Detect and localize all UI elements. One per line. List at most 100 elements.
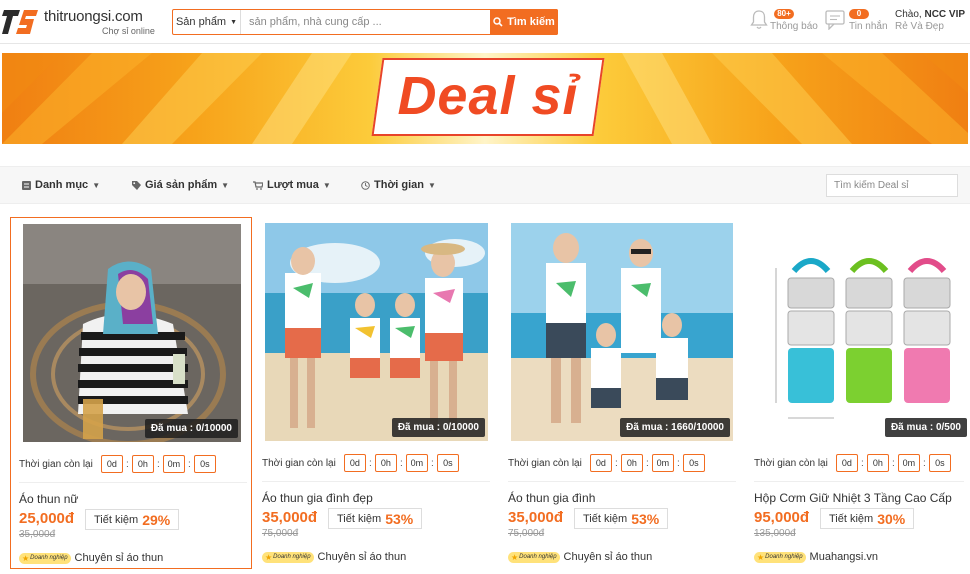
product-card[interactable]: Đã mua : 0/10000 Thời gian còn lại 0d: 0…	[254, 217, 496, 569]
countdown-timer: Thời gian còn lại 0d: 0h: 0m: 0s	[262, 454, 492, 472]
user-name: NCC VIP	[924, 9, 966, 20]
product-image[interactable]: Đã mua : 0/500	[756, 223, 970, 441]
shop-name: Chuyên sỉ áo thun	[317, 551, 407, 563]
sold-count-badge: Đã mua : 0/500	[884, 418, 967, 437]
shop-link[interactable]: ★ Doanh nghiệp Chuyên sỉ áo thun	[508, 551, 652, 563]
caret-down-icon: ▼	[230, 18, 238, 26]
star-icon: ★	[22, 553, 30, 563]
product-photo-family-beach	[265, 223, 488, 441]
messages-label: Tin nhắn	[849, 21, 888, 32]
star-icon: ★	[511, 552, 519, 562]
product-card[interactable]: Đã mua : 0/500 Thời gian còn lại 0d: 0h:…	[746, 217, 970, 569]
bell-icon	[750, 10, 768, 29]
product-price: 95,000đ	[754, 509, 810, 526]
countdown-timer: Thời gian còn lại 0d: 0h: 0m: 0s	[19, 455, 249, 473]
timer-minutes: 0m	[651, 454, 674, 472]
product-price: 35,000đ	[262, 509, 318, 526]
search-bar: Sản phẩm ▼ Tìm kiếm	[172, 9, 558, 35]
timer-days: 0d	[343, 454, 366, 472]
search-icon	[493, 17, 503, 27]
tag-icon	[132, 180, 141, 190]
timer-minutes: 0m	[897, 454, 920, 472]
enterprise-badge: ★ Doanh nghiệp	[754, 551, 806, 563]
star-icon: ★	[265, 552, 273, 562]
timer-hours: 0h	[131, 455, 154, 473]
notifications-button[interactable]: 80+ Thông báo	[750, 8, 820, 36]
deal-banner[interactable]: Deal sỉ	[2, 53, 968, 144]
messages-badge: 0	[849, 9, 869, 19]
filter-time-label: Thời gian	[374, 179, 424, 191]
site-logo[interactable]: thitruongsi.com Chợ sỉ online	[2, 6, 162, 40]
shop-link[interactable]: ★ Doanh nghiệp Chuyên sỉ áo thun	[262, 551, 406, 563]
product-name[interactable]: Áo thun gia đình đẹp	[262, 491, 373, 505]
savings-label: Tiết kiệm	[337, 512, 382, 525]
deal-search-input[interactable]	[826, 174, 958, 197]
search-category-label: Sản phẩm	[175, 16, 227, 28]
notifications-badge: 80+	[774, 9, 794, 19]
shop-name: Chuyên sỉ áo thun	[74, 552, 164, 564]
timer-label: Thời gian còn lại	[754, 457, 828, 469]
product-image[interactable]: Đã mua : 1660/10000	[511, 223, 733, 441]
search-button-label: Tìm kiếm	[507, 16, 555, 28]
product-price: 25,000đ	[19, 510, 75, 527]
product-card[interactable]: Đã mua : 0/10000 Thời gian còn lại 0d: 0…	[10, 217, 252, 569]
timer-hours: 0h	[866, 454, 889, 472]
logo-tagline: Chợ sỉ online	[102, 26, 155, 36]
caret-down-icon: ▼	[221, 180, 230, 190]
savings-badge: Tiết kiệm 30%	[820, 508, 915, 529]
filter-time[interactable]: Thời gian ▼	[361, 179, 436, 191]
sold-count-badge: Đã mua : 1660/10000	[620, 418, 730, 437]
logo-icon	[2, 10, 38, 34]
product-name[interactable]: Áo thun nữ	[19, 492, 78, 506]
enterprise-badge: ★ Doanh nghiệp	[508, 551, 560, 563]
enterprise-badge-label: Doanh nghiệp	[30, 555, 68, 561]
shop-link[interactable]: ★ Doanh nghiệp Muahangsi.vn	[754, 551, 878, 563]
filter-purchases[interactable]: Lượt mua ▼	[253, 179, 331, 191]
savings-percent: 53%	[385, 510, 414, 527]
user-shop-name[interactable]: Rẻ Và Đẹp	[895, 21, 944, 32]
search-button[interactable]: Tìm kiếm	[490, 9, 558, 35]
product-name[interactable]: Áo thun gia đình	[508, 491, 595, 505]
filter-category[interactable]: Danh mục ▼	[22, 179, 100, 191]
product-price: 35,000đ	[508, 509, 564, 526]
shop-link[interactable]: ★ Doanh nghiệp Chuyên sỉ áo thun	[19, 552, 163, 564]
product-photo-family-tshirts	[511, 223, 733, 441]
product-image[interactable]: Đã mua : 0/10000	[23, 224, 241, 442]
product-old-price: 135,000đ	[754, 528, 796, 539]
enterprise-badge: ★ Doanh nghiệp	[19, 552, 71, 564]
timer-label: Thời gian còn lại	[262, 457, 336, 469]
search-category-select[interactable]: Sản phẩm ▼	[173, 10, 241, 34]
savings-percent: 29%	[142, 511, 171, 528]
caret-down-icon: ▼	[322, 180, 331, 190]
sold-count-badge: Đã mua : 0/10000	[391, 418, 485, 437]
product-card[interactable]: Đã mua : 1660/10000 Thời gian còn lại 0d…	[500, 217, 742, 569]
enterprise-badge-label: Doanh nghiệp	[519, 554, 557, 560]
enterprise-badge-label: Doanh nghiệp	[765, 554, 803, 560]
timer-minutes: 0m	[405, 454, 428, 472]
timer-hours: 0h	[620, 454, 643, 472]
countdown-timer: Thời gian còn lại 0d: 0h: 0m: 0s	[508, 454, 738, 472]
filter-category-label: Danh mục	[35, 179, 89, 191]
chat-icon	[825, 10, 845, 30]
caret-down-icon: ▼	[92, 180, 101, 190]
savings-badge: Tiết kiệm 53%	[574, 508, 669, 529]
messages-button[interactable]: 0 Tin nhắn	[825, 8, 888, 36]
filter-purchases-label: Lượt mua	[267, 179, 319, 191]
savings-label: Tiết kiệm	[583, 512, 628, 525]
search-input[interactable]	[241, 10, 490, 34]
timer-days: 0d	[100, 455, 123, 473]
sold-count-badge: Đã mua : 0/10000	[144, 419, 238, 438]
filter-price-label: Giá sản phẩm	[145, 179, 218, 191]
product-photo-lunch-boxes	[756, 223, 970, 441]
logo-text: thitruongsi.com	[44, 8, 143, 25]
greeting-text: Chào,	[895, 9, 922, 20]
product-image[interactable]: Đã mua : 0/10000	[265, 223, 488, 441]
timer-days: 0d	[589, 454, 612, 472]
user-greeting[interactable]: Chào, NCC VIP	[895, 9, 965, 20]
clock-icon	[361, 180, 370, 190]
filter-price[interactable]: Giá sản phẩm ▼	[132, 179, 229, 191]
savings-percent: 30%	[877, 510, 906, 527]
product-name[interactable]: Hộp Cơm Giữ Nhiệt 3 Tầng Cao Cấp	[754, 491, 952, 505]
star-icon: ★	[757, 552, 765, 562]
filter-bar: Danh mục ▼ Giá sản phẩm ▼ Lượt mua ▼ Thờ…	[0, 166, 970, 204]
